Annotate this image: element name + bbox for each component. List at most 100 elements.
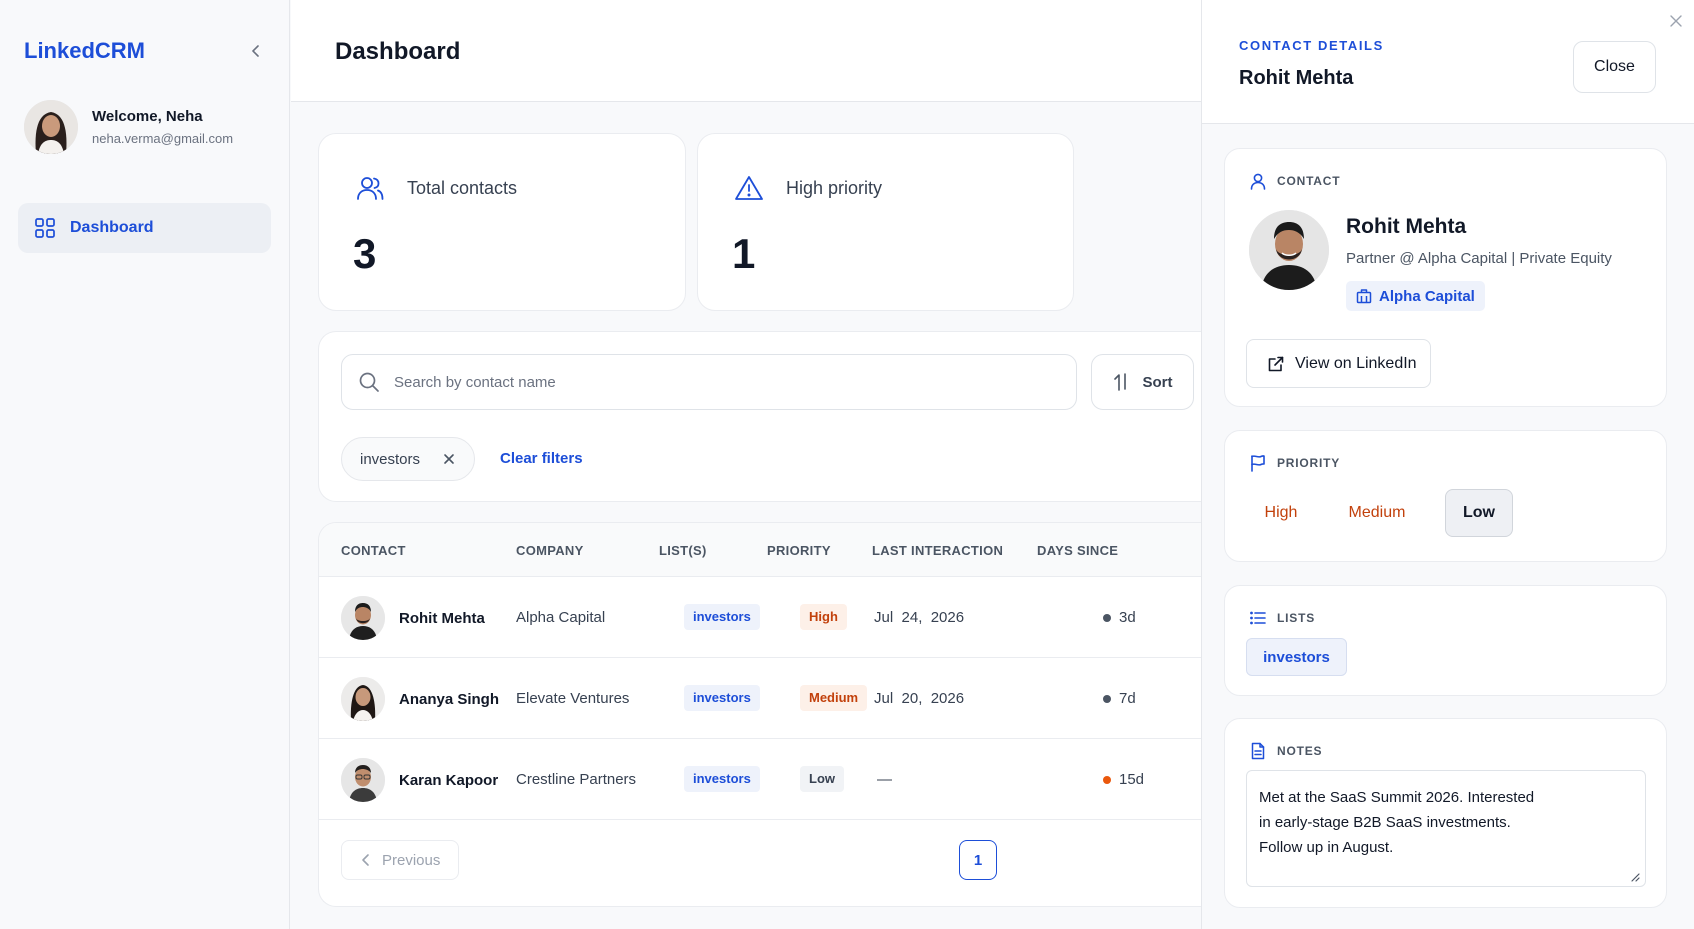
remove-filter-icon[interactable] — [442, 452, 456, 466]
view-on-linkedin-button[interactable]: View on LinkedIn — [1246, 339, 1431, 388]
previous-label: Previous — [382, 851, 441, 869]
priority-option-high[interactable]: High — [1249, 489, 1313, 537]
filter-chip: investors — [341, 437, 475, 481]
section-label: CONTACT — [1277, 174, 1341, 188]
contact-section: CONTACT Rohit Mehta Partner @ Alpha Capi… — [1224, 148, 1667, 407]
building-icon — [1356, 289, 1372, 304]
table-row[interactable]: Ananya Singh Elevate Ventures investors … — [319, 658, 1202, 739]
user-greeting: Welcome, Neha — [92, 108, 203, 125]
status-dot — [1103, 613, 1111, 622]
chevron-left-icon — [362, 854, 369, 866]
lists-section: LISTS investors — [1224, 585, 1667, 696]
details-title: Rohit Mehta — [1239, 67, 1354, 89]
contact-name[interactable]: Ananya Singh — [399, 691, 499, 708]
section-label: LISTS — [1277, 611, 1316, 625]
clear-filters-link[interactable]: Clear filters — [500, 450, 583, 467]
days-since-cell: 15d — [1103, 771, 1144, 788]
filter-chip-label: investors — [360, 450, 421, 468]
column-header[interactable]: PRIORITY — [767, 543, 831, 558]
company-chip[interactable]: Alpha Capital — [1346, 281, 1485, 311]
priority-badge: Medium — [800, 685, 868, 711]
search-box[interactable] — [341, 354, 1077, 410]
list-tag: investors — [684, 766, 760, 792]
close-button[interactable]: Close — [1573, 41, 1656, 93]
stat-label: High priority — [786, 177, 883, 198]
list-tag: investors — [684, 604, 760, 630]
brand-logo[interactable]: LinkedCRM — [24, 38, 145, 64]
alert-triangle-icon — [735, 176, 763, 200]
user-email: neha.verma@gmail.com — [92, 131, 234, 146]
notes-line: in early-stage B2B SaaS investments. — [1259, 814, 1511, 831]
status-dot — [1103, 775, 1111, 784]
column-header[interactable]: LIST(S) — [659, 543, 707, 558]
last-interaction-cell: Jul 20, 2026 — [874, 690, 965, 707]
sidebar-item-dashboard[interactable]: Dashboard — [18, 203, 271, 253]
company-cell: Crestline Partners — [516, 771, 637, 788]
search-input[interactable] — [394, 373, 1034, 391]
priority-badge: High — [800, 604, 847, 630]
priority-option-low[interactable]: Low — [1445, 489, 1513, 537]
details-kicker: CONTACT DETAILS — [1239, 38, 1384, 53]
avatar — [341, 596, 385, 640]
last-interaction-cell: — — [877, 771, 892, 788]
days-since-cell: 3d — [1103, 609, 1136, 626]
sort-label: Sort — [1142, 373, 1173, 391]
previous-page-button[interactable]: Previous — [341, 840, 459, 880]
user-icon — [1250, 173, 1266, 190]
list-icon — [1250, 611, 1266, 625]
table-row[interactable]: Rohit Mehta Alpha Capital investors High… — [319, 577, 1202, 658]
resize-handle-icon[interactable] — [1630, 872, 1640, 882]
column-header[interactable]: DAYS SINCE — [1037, 543, 1118, 558]
table-row[interactable]: Karan Kapoor Crestline Partners investor… — [319, 739, 1202, 820]
stat-card-total-contacts: Total contacts 3 — [318, 133, 686, 311]
notes-textarea[interactable]: Met at the SaaS Summit 2026. Interested … — [1246, 770, 1646, 887]
close-icon[interactable] — [1670, 15, 1682, 27]
flag-icon — [1251, 455, 1265, 472]
contact-name[interactable]: Rohit Mehta — [399, 610, 485, 627]
section-label: NOTES — [1277, 744, 1323, 758]
avatar — [341, 758, 385, 802]
stat-value: 3 — [353, 230, 377, 277]
contact-headline: Partner @ Alpha Capital | Private Equity — [1346, 250, 1612, 267]
avatar — [1249, 210, 1329, 290]
topbar: Dashboard — [291, 0, 1201, 102]
user-profile: Welcome, Neha neha.verma@gmail.com — [24, 100, 233, 154]
list-chip[interactable]: investors — [1246, 638, 1347, 676]
sort-icon — [1113, 373, 1126, 391]
column-header[interactable]: LAST INTERACTION — [872, 543, 1003, 558]
status-dot — [1103, 694, 1111, 703]
collapse-sidebar-button[interactable] — [246, 41, 266, 61]
days-since-value: 3d — [1119, 609, 1136, 626]
stat-value: 1 — [732, 230, 756, 277]
company-cell: Alpha Capital — [516, 609, 606, 626]
company-cell: Elevate Ventures — [516, 690, 630, 707]
document-icon — [1251, 742, 1265, 760]
section-label: PRIORITY — [1277, 456, 1341, 470]
column-header[interactable]: CONTACT — [341, 543, 406, 558]
page-button[interactable]: 1 — [959, 840, 997, 880]
sidebar-item-label: Dashboard — [70, 219, 154, 236]
priority-badge: Low — [800, 766, 844, 792]
contact-name: Rohit Mehta — [1346, 215, 1467, 238]
notes-line: Met at the SaaS Summit 2026. Interested — [1259, 789, 1535, 806]
company-name: Alpha Capital — [1379, 287, 1475, 305]
search-icon — [359, 372, 379, 392]
notes-section: NOTES Met at the SaaS Summit 2026. Inter… — [1224, 718, 1667, 908]
column-header[interactable]: COMPANY — [516, 543, 584, 558]
contacts-table: CONTACT COMPANY LIST(S) PRIORITY LAST IN… — [318, 522, 1202, 907]
page-title: Dashboard — [335, 38, 461, 65]
contact-name[interactable]: Karan Kapoor — [399, 772, 498, 789]
table-header: CONTACT COMPANY LIST(S) PRIORITY LAST IN… — [319, 523, 1202, 577]
filter-panel: Sort investors Clear filters — [318, 331, 1202, 502]
details-header: CONTACT DETAILS Rohit Mehta Close — [1202, 0, 1694, 124]
last-interaction-cell: Jul 24, 2026 — [874, 609, 965, 626]
grid-icon — [35, 218, 55, 238]
contact-details-panel: CONTACT DETAILS Rohit Mehta Close CONTAC… — [1201, 0, 1694, 929]
sidebar: LinkedCRM Welcome, Neha neha.verma@gmail… — [0, 0, 290, 929]
priority-option-medium[interactable]: Medium — [1335, 489, 1419, 537]
sort-button[interactable]: Sort — [1091, 354, 1194, 410]
avatar — [341, 677, 385, 721]
stat-label: Total contacts — [407, 177, 518, 198]
list-tag: investors — [684, 685, 760, 711]
days-since-cell: 7d — [1103, 690, 1136, 707]
